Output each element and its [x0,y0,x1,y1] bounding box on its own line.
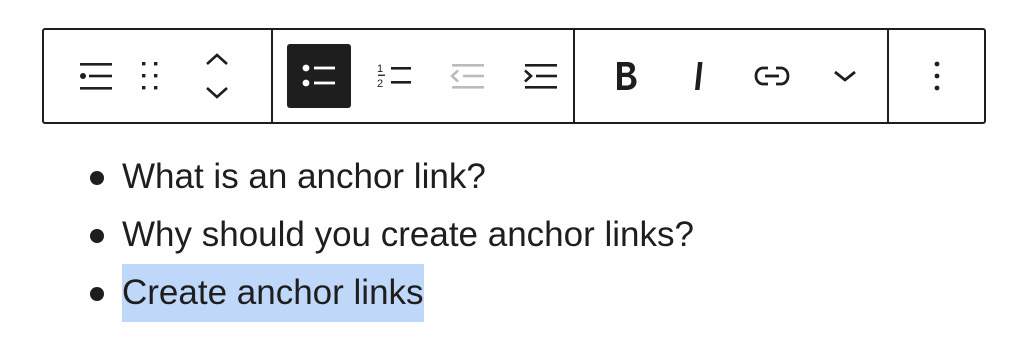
move-up-icon[interactable] [206,53,228,65]
drag-handle-icon [140,60,160,92]
list-item-text[interactable]: Why should you create anchor links? [122,206,694,264]
outdent-button[interactable] [432,44,504,108]
options-button[interactable] [905,44,969,108]
ordered-list-button[interactable]: 1 2 [359,44,431,108]
indent-icon [523,61,559,91]
list-item[interactable]: Create anchor links [0,264,694,322]
list-tools-group: 1 2 [271,30,573,122]
ordered-list-icon: 1 2 [377,61,413,91]
block-mover [172,44,262,108]
indent-button[interactable] [505,44,577,108]
options-group [887,30,984,122]
outdent-icon [450,61,486,91]
bold-icon [613,60,639,92]
drag-handle-button[interactable] [128,44,172,108]
bullet-icon [90,287,104,301]
unordered-list-icon [302,63,336,89]
unordered-list-button[interactable] [287,44,351,108]
block-tools-group [44,30,271,122]
italic-icon [689,60,709,92]
bulleted-list: What is an anchor link? Why should you c… [0,148,694,322]
bullet-icon [90,229,104,243]
bullet-icon [90,171,104,185]
more-formats-button[interactable] [809,44,881,108]
bold-button[interactable] [590,44,662,108]
link-button[interactable] [736,44,808,108]
italic-button[interactable] [663,44,735,108]
list-block-button[interactable] [64,44,128,108]
list-block-icon [79,59,113,93]
move-down-icon[interactable] [206,87,228,99]
format-tools-group [573,30,887,122]
selected-list-item-text[interactable]: Create anchor links [122,264,424,322]
link-icon [753,64,791,88]
list-item[interactable]: Why should you create anchor links? [0,206,694,264]
svg-text:1: 1 [377,63,383,75]
more-options-icon [933,60,941,92]
svg-text:2: 2 [377,78,383,90]
list-item[interactable]: What is an anchor link? [0,148,694,206]
block-toolbar: 1 2 [42,28,986,124]
list-item-text[interactable]: What is an anchor link? [122,148,486,206]
chevron-down-icon [832,68,858,84]
